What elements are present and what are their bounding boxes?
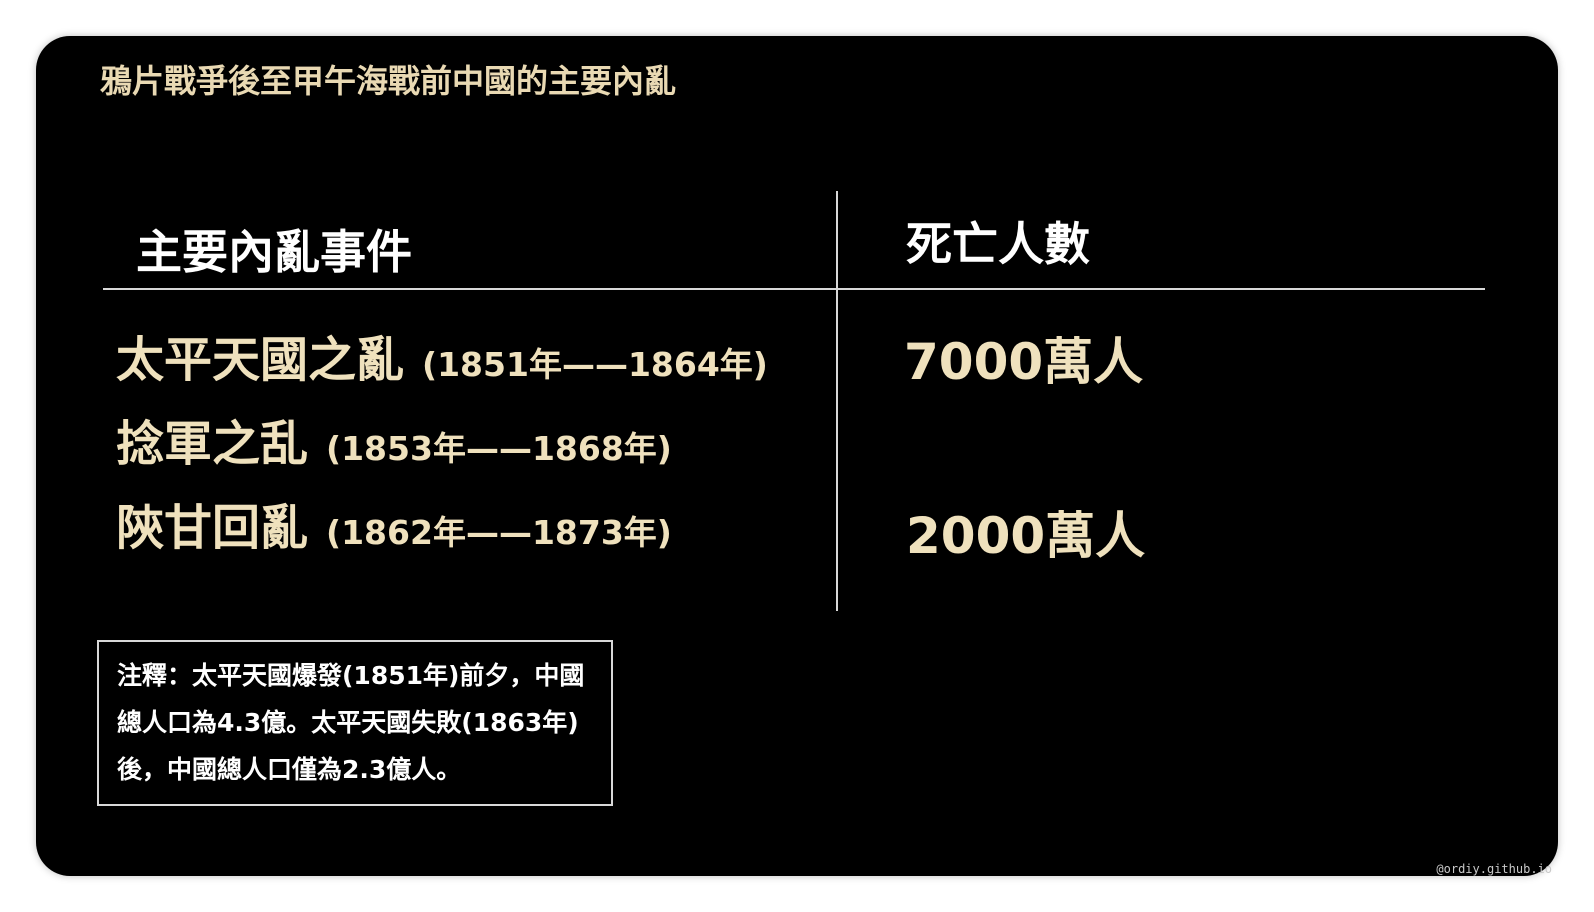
event-name: 捻軍之乱 xyxy=(116,416,309,472)
table-row: 捻軍之乱 (1853年——1868年) xyxy=(116,404,672,474)
table-row: 陝甘回亂 (1862年——1873年) xyxy=(116,488,672,558)
event-name: 太平天國之亂 xyxy=(116,332,405,388)
event-years: (1853年——1868年) xyxy=(326,429,672,468)
note-box: 注釋：太平天國爆發(1851年)前夕，中國總人口為4.3億。太平天國失敗(186… xyxy=(97,640,613,806)
watermark: @ordiy.github.io xyxy=(1436,862,1552,876)
event-years: (1862年——1873年) xyxy=(326,513,672,552)
event-name: 陝甘回亂 xyxy=(116,500,309,556)
slide-title: 鴉片戰爭後至甲午海戰前中國的主要內亂 xyxy=(100,62,677,100)
header-deaths: 死亡人數 xyxy=(906,217,1090,271)
header-event: 主要內亂事件 xyxy=(136,225,412,279)
death-count: 7000萬人 xyxy=(904,333,1144,391)
death-count: 2000萬人 xyxy=(906,507,1146,565)
slide: 鴉片戰爭後至甲午海戰前中國的主要內亂 主要內亂事件 死亡人數 太平天國之亂 (18… xyxy=(36,36,1558,876)
column-divider xyxy=(836,191,838,611)
header-rule xyxy=(103,288,1485,290)
event-years: (1851年——1864年) xyxy=(422,345,768,384)
table-row: 太平天國之亂 (1851年——1864年) xyxy=(116,320,768,390)
